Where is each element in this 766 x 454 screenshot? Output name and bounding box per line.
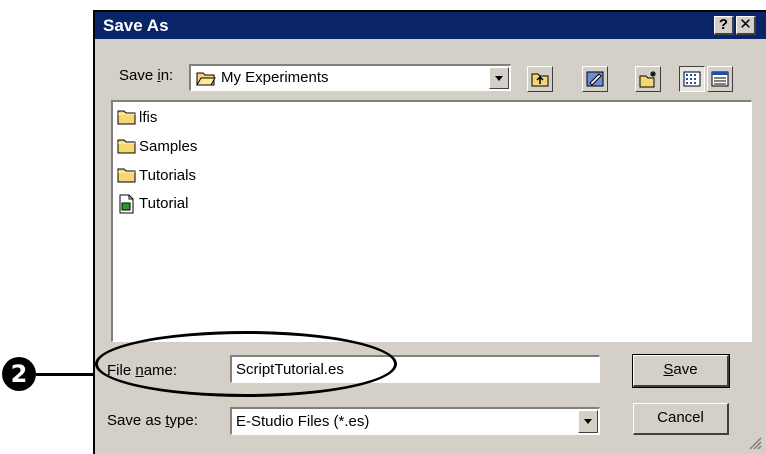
chevron-down-icon[interactable] <box>578 410 598 433</box>
file-name-label: Tutorial <box>139 195 189 212</box>
callout-number-badge: 2 <box>2 357 36 391</box>
up-one-level-button[interactable] <box>527 66 553 92</box>
save-in-label: Save in: <box>119 67 174 84</box>
save-as-type-value: E-Studio Files (*.es) <box>236 413 370 430</box>
file-name-label: Tutorials <box>139 167 196 184</box>
up-folder-icon <box>531 73 549 87</box>
new-folder-icon <box>639 71 656 88</box>
folder-icon <box>117 139 136 154</box>
save-button[interactable]: Save <box>632 354 730 388</box>
save-as-type-dropdown[interactable]: E-Studio Files (*.es) <box>230 407 600 435</box>
file-list[interactable]: lfis Samples Tutorials Tutorial <box>111 100 752 342</box>
file-name-label: lfis <box>139 109 158 126</box>
list-view-button[interactable] <box>679 66 705 92</box>
desktop-button[interactable] <box>582 66 608 92</box>
help-button[interactable]: ? <box>714 16 734 35</box>
file-name-label: Samples <box>139 138 198 155</box>
document-icon <box>119 194 134 214</box>
close-button[interactable]: ✕ <box>736 16 756 35</box>
open-folder-icon <box>196 72 216 86</box>
cancel-button[interactable]: Cancel <box>633 403 729 435</box>
desktop-icon <box>586 71 604 87</box>
save-in-dropdown[interactable]: My Experiments <box>189 64 511 91</box>
folder-icon <box>117 110 136 125</box>
window-title: Save As <box>103 16 169 35</box>
folder-icon <box>117 168 136 183</box>
resize-grip-icon[interactable] <box>748 436 762 450</box>
title-bar[interactable]: Save As ? ✕ <box>95 12 766 39</box>
details-view-icon <box>711 71 729 87</box>
save-as-type-label: Save as type: <box>107 412 198 429</box>
details-view-button[interactable] <box>707 66 733 92</box>
list-view-icon <box>683 71 701 87</box>
save-in-value: My Experiments <box>221 69 329 86</box>
callout-highlight-ellipse <box>95 331 397 397</box>
chevron-down-icon[interactable] <box>489 67 509 89</box>
create-new-folder-button[interactable] <box>635 66 661 92</box>
